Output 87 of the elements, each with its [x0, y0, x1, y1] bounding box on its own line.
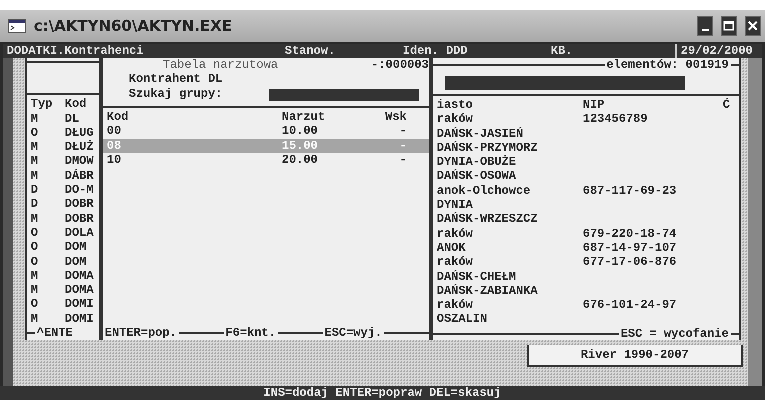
- table-cell: DOMI: [65, 297, 94, 312]
- table-cell-text: O: [31, 254, 40, 269]
- minimize-icon: [702, 29, 708, 31]
- table-cell-text: DAŃSK-CHEŁM: [437, 270, 518, 284]
- table-cell-text: 123456789: [583, 112, 649, 127]
- table-cell: DOMA: [65, 283, 94, 298]
- panel-footer-hint: ^ENTE: [36, 326, 74, 340]
- key-hint: ENTER=pop.: [104, 326, 178, 340]
- panel-title: Tabela narzutowa: [163, 58, 278, 72]
- column-header: iasto: [437, 98, 474, 112]
- search-field[interactable]: [269, 88, 419, 100]
- table-cell-text: raków: [437, 226, 474, 241]
- column-header: Typ: [31, 97, 54, 112]
- table-cell: DŁUG: [65, 126, 94, 140]
- table-cell-text: O: [31, 297, 40, 312]
- table-row[interactable]: 10 20.00 -: [103, 152, 429, 168]
- table-cell-text: DAŃSK-ZABIANKA: [437, 284, 539, 298]
- table-cell-text: DAŃSK-OSOWA: [437, 169, 518, 184]
- table-cell-text: 676-101-24-97: [583, 298, 678, 312]
- column-header: NIP: [583, 98, 606, 112]
- column-header: Kod: [65, 97, 87, 112]
- status-bar: INS=dodaj ENTER=popraw DEL=skasuj: [0, 386, 765, 400]
- key-hint: ESC=wyj.: [324, 326, 384, 340]
- table-cell: DOBR: [65, 197, 94, 212]
- menu-bar-item: Stanow.: [284, 44, 336, 58]
- key-hint: ESC = wycofanie: [620, 326, 730, 341]
- menu-bar-item: Iden. DDD: [402, 44, 469, 58]
- table-cell-text: 687-14-97-107: [583, 240, 678, 256]
- menu-bar-item: KB.: [550, 44, 574, 58]
- table-cell-text: M: [31, 312, 40, 326]
- table-cell-text: M: [31, 140, 40, 154]
- table-cell: DOM: [65, 254, 87, 269]
- maximize-icon: [723, 20, 735, 32]
- table-cell-text: M: [31, 112, 40, 126]
- table-cell: DŁUŻ: [65, 140, 94, 154]
- table-cell-text: DAŃSK-PRZYMORZ: [437, 140, 539, 156]
- table-cell: DO-M: [65, 183, 94, 198]
- table-cell-text: raków: [437, 112, 474, 127]
- table-cell: DOLA: [65, 226, 94, 240]
- table-cell-text: DYNIA-OBUŻE: [437, 155, 518, 170]
- table-cell-text: raków: [437, 298, 474, 312]
- table-cell-text: O: [31, 126, 40, 140]
- table-cell-text: 677-17-06-876: [583, 255, 678, 270]
- table-cell-text: O: [31, 226, 40, 240]
- table-cell-text: raków: [437, 255, 474, 270]
- menu-bar-item: DODATKI.Kontrahenci: [6, 44, 145, 58]
- table-cell-text: D: [31, 197, 40, 212]
- column-header: Wsk: [384, 110, 407, 124]
- close-icon: [747, 20, 759, 32]
- table-cell: DOMI: [65, 312, 94, 326]
- table-cell-text: DAŃSK-JASIEŃ: [437, 126, 524, 141]
- close-button[interactable]: [745, 16, 761, 36]
- table-cell-text: M: [31, 212, 40, 226]
- record-counter: -:000003: [371, 58, 429, 72]
- minimize-button[interactable]: [697, 16, 713, 36]
- console-icon: [8, 19, 26, 33]
- table-cell: DÁBR: [65, 168, 94, 184]
- table-cell-text: D: [31, 183, 40, 198]
- table-cell-text: OSZALIN: [437, 312, 488, 327]
- table-cell-text: M: [31, 168, 40, 184]
- table-cell-text: ANOK: [437, 240, 467, 256]
- table-cell: DL: [65, 112, 80, 126]
- table-cell-text: M: [31, 283, 40, 298]
- table-cell: DOBR: [65, 212, 94, 226]
- contractor-label: Kontrahent DL: [129, 72, 224, 87]
- column-header: Ć: [723, 98, 730, 112]
- version-box: River 1990-2007: [527, 345, 743, 367]
- maximize-button[interactable]: [721, 16, 737, 36]
- table-row[interactable]: 00 10.00 -: [103, 124, 429, 139]
- filter-field[interactable]: [445, 76, 685, 90]
- key-hint: F6=knt.: [224, 326, 278, 340]
- table-cell-text: DAŃSK-WRZESZCZ: [437, 212, 539, 227]
- table-cell-text: O: [31, 240, 40, 255]
- table-cell-text: DYNIA: [437, 198, 474, 212]
- table-cell-text: anok-Olchowce: [437, 184, 532, 198]
- column-header: Kod: [107, 110, 130, 124]
- window-title: c:\AKTYN60\AKTYN.EXE: [34, 17, 234, 35]
- column-header: Narzut: [282, 110, 326, 124]
- table-cell: DMOW: [65, 154, 94, 169]
- table-cell: DOMA: [65, 268, 94, 284]
- element-count: elementów: 001919: [606, 58, 730, 72]
- table-cell-text: M: [31, 154, 40, 169]
- table-cell: DOM: [65, 240, 87, 255]
- table-cell-text: 687-117-69-23: [583, 184, 678, 198]
- table-cell-text: M: [31, 268, 40, 284]
- search-label: Szukaj grupy:: [129, 87, 224, 102]
- table-cell-text: 679-220-18-74: [583, 226, 678, 241]
